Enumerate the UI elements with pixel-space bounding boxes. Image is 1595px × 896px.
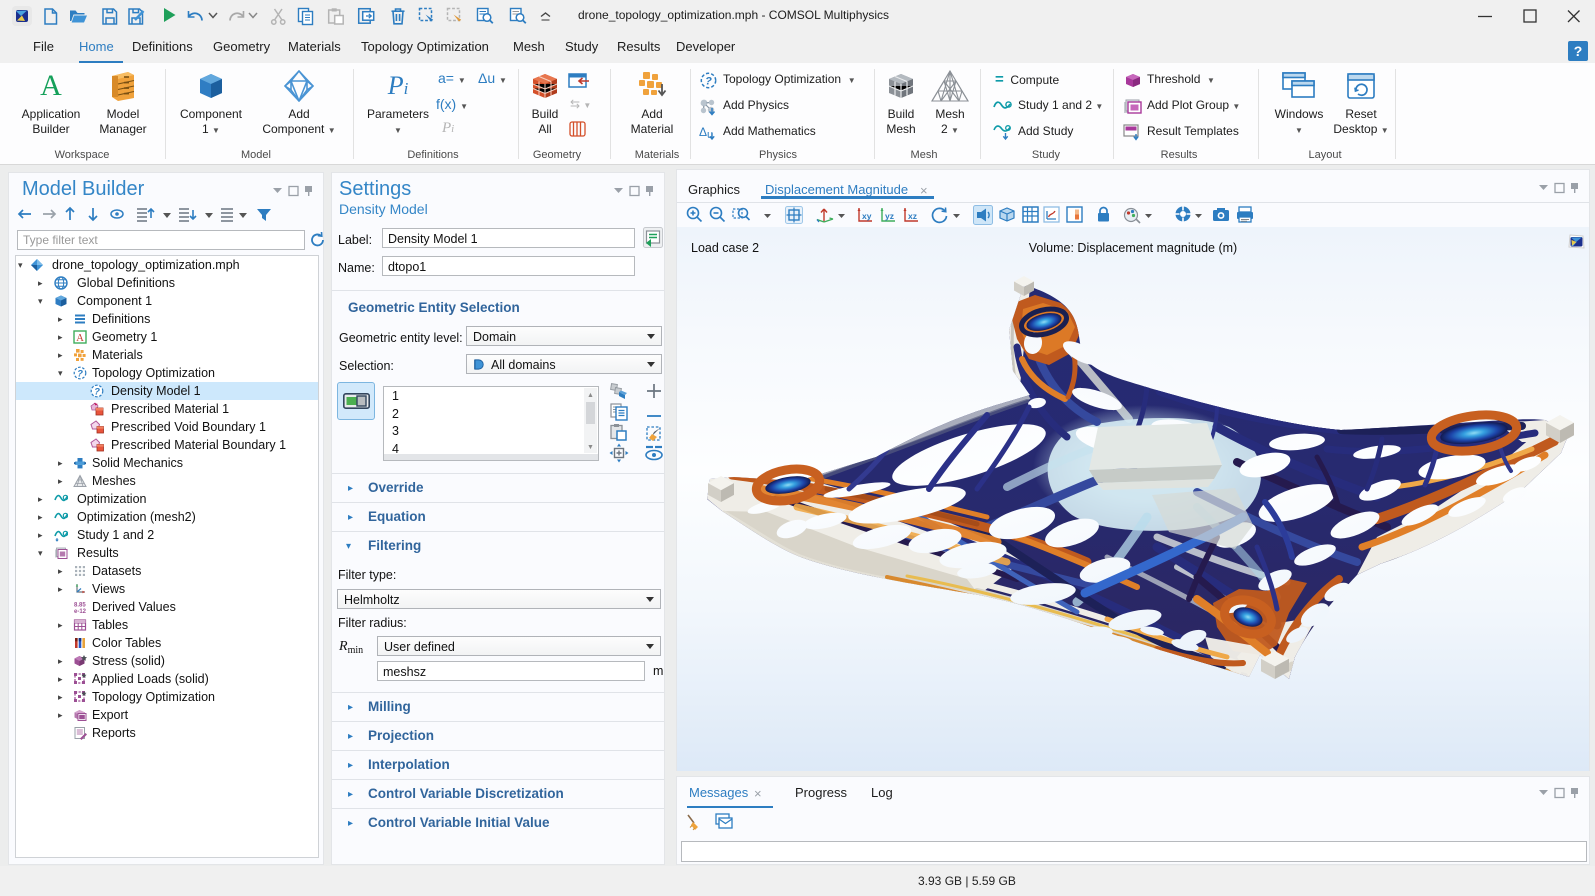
- svg-text:xy: xy: [862, 211, 872, 221]
- svg-text:yz: yz: [885, 211, 894, 221]
- svg-text:xz: xz: [908, 211, 917, 221]
- svg-text:?: ?: [705, 76, 712, 88]
- svg-text:Δ: Δ: [699, 125, 707, 139]
